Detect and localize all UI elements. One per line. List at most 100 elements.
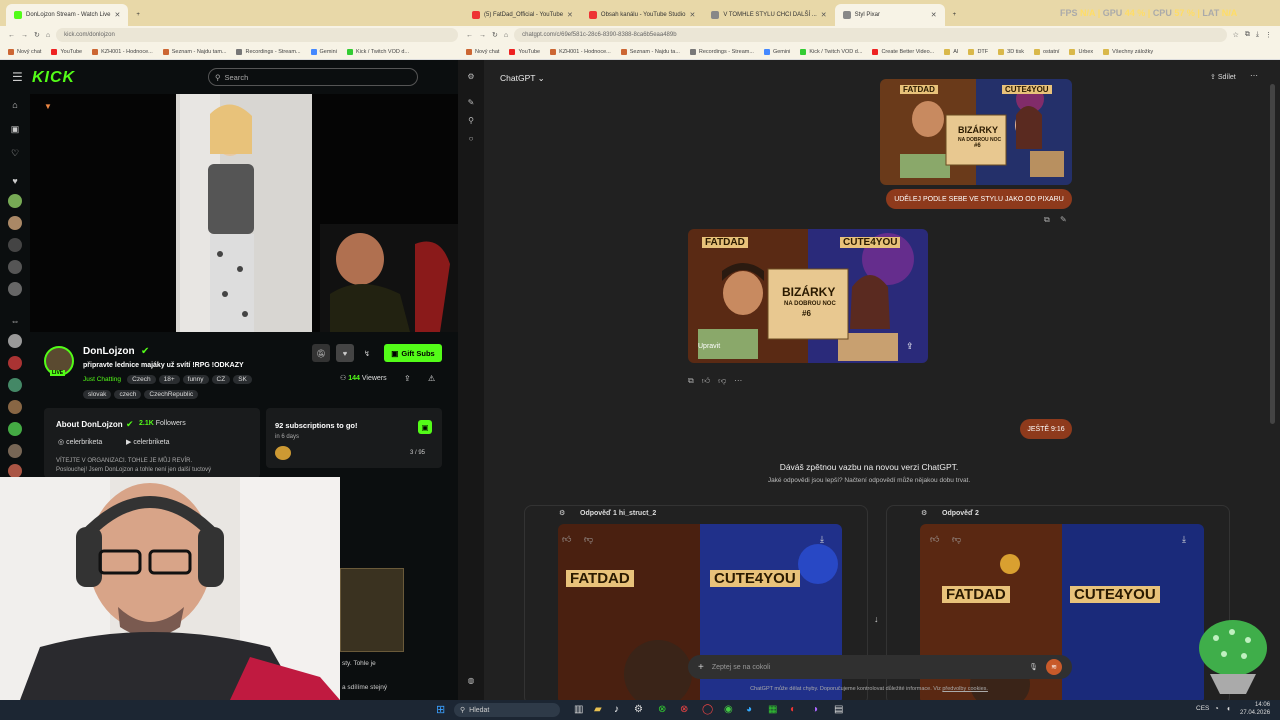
discord-icon[interactable]: ◑ (812, 704, 818, 715)
more-options-icon[interactable]: ⋯ (1250, 71, 1258, 80)
taskview-icon[interactable]: ▥ (574, 704, 583, 715)
thumbs-down-icon[interactable]: 👎︎ (952, 534, 961, 545)
chat-input[interactable]: + Zeptej se na cokoli 🎙︎ ≋ (688, 655, 1072, 679)
bookmark-folder[interactable]: Urbex (1069, 48, 1093, 55)
new-chat-icon[interactable]: ✎ (466, 98, 476, 108)
new-tab-button[interactable]: + (128, 4, 148, 26)
following-icon[interactable]: ♡ (8, 146, 22, 160)
report-icon[interactable]: ⚠ (428, 374, 435, 383)
bookmark-folder[interactable]: AI (944, 48, 958, 55)
close-icon[interactable]: ✕ (821, 11, 827, 19)
extensions-icon[interactable]: ⧉ (1245, 31, 1250, 39)
thumbs-up-icon[interactable]: 👍︎ (562, 534, 571, 545)
tag[interactable]: czech (114, 390, 142, 399)
share-icon[interactable]: ⇪ (906, 341, 914, 352)
url-bar[interactable]: chatgpt.com/c/69ef581c-28c6-8390-8388-8c… (514, 28, 1227, 42)
tiktok-icon[interactable]: ♪ (614, 704, 619, 715)
search-icon[interactable]: ⚲ (466, 116, 476, 126)
kick-logo[interactable]: KICK (32, 69, 75, 87)
copy-icon[interactable]: ⧉ (1044, 215, 1050, 225)
channel-name[interactable]: DonLojzon (83, 346, 135, 357)
edit-image-button[interactable]: Upravit (698, 343, 720, 350)
opera-icon[interactable]: ◯ (702, 704, 713, 715)
url-bar[interactable]: kick.com/donlojzon (56, 28, 458, 42)
bookmark-item[interactable]: Gemini (763, 48, 790, 55)
back-icon[interactable]: ← (8, 32, 15, 39)
bookmark-item[interactable]: YouTube (509, 48, 540, 55)
close-icon[interactable]: ✕ (931, 11, 937, 19)
search-input[interactable]: ⚲ Search (208, 68, 418, 86)
home-icon[interactable]: ⌂ (46, 32, 50, 39)
more-icon[interactable]: ⋯ (734, 376, 742, 386)
tag[interactable]: SK (233, 375, 252, 384)
app-icon[interactable]: ⚙ (634, 704, 643, 715)
copy-icon[interactable]: ⧉ (688, 376, 694, 386)
language-indicator[interactable]: CES (1196, 705, 1209, 712)
bookmark-item[interactable]: Gemini (310, 48, 337, 55)
bookmark-item[interactable]: Nový chat (466, 48, 499, 55)
tag[interactable]: CZ (211, 375, 231, 384)
thumbs-up-icon[interactable]: 👍︎ (702, 376, 710, 386)
bookmark-folder[interactable]: DTF (968, 48, 988, 55)
edit-icon[interactable]: ✎ (1060, 215, 1067, 224)
tab-youtube-studio[interactable]: Obsah kanálu - YouTube Studio ✕ (581, 4, 703, 26)
download-icon[interactable]: ⤓ (820, 534, 824, 545)
bookmark-item[interactable]: Create Better Video... (872, 48, 934, 55)
bookmark-folder[interactable]: ostatní (1033, 48, 1059, 55)
home-icon[interactable]: ⌂ (8, 98, 22, 112)
tab-pixar[interactable]: Styl Pixar ✕ (834, 4, 945, 26)
wifi-icon[interactable]: ◔ (1214, 704, 1219, 713)
app-icon[interactable]: ▤ (834, 704, 843, 715)
tab-youtube[interactable]: (5) FatDad_Official - YouTube ✕ (464, 4, 581, 26)
new-tab-button[interactable]: + (945, 4, 965, 26)
steam-icon[interactable]: ◕ (746, 704, 752, 715)
follow-button[interactable]: ♥ (336, 344, 354, 362)
tag[interactable]: 18+ (158, 375, 180, 384)
openai-logo-icon[interactable]: ⚙ (466, 72, 476, 82)
voice-mode-button[interactable]: ≋ (1046, 659, 1062, 675)
bookmark-folder[interactable]: 3D tisk (998, 48, 1024, 55)
pin-icon[interactable]: ↯ (360, 344, 374, 362)
chrome-icon[interactable]: ◉ (724, 704, 733, 715)
file-explorer-icon[interactable]: ▰ (594, 704, 602, 715)
tag[interactable]: Czech (127, 375, 156, 384)
bookmark-item[interactable]: Recordings - Stream... (236, 48, 301, 55)
bookmark-item[interactable]: Nový chat (8, 48, 41, 55)
user-uploaded-image[interactable]: FATDAD CUTE4YOU BIZÁRKY NA DOBROU NOC #6 (880, 79, 1072, 185)
model-selector[interactable]: ChatGPT ⌄ (500, 73, 545, 84)
thumbs-up-icon[interactable]: 👍︎ (930, 534, 939, 545)
library-icon[interactable]: ○ (466, 134, 476, 144)
volume-icon[interactable]: ◖ (1226, 704, 1231, 713)
profile-icon[interactable]: ◍ (466, 676, 476, 686)
bookmark-item[interactable]: YouTube (51, 48, 82, 55)
notifications-button[interactable]: 🔕︎ (312, 344, 330, 362)
share-icon[interactable]: ⇪ (404, 374, 411, 383)
instagram-link[interactable]: ◎ celerbriketa (58, 438, 102, 446)
tag[interactable]: CzechRepublic (144, 390, 199, 399)
bookmark-item[interactable]: KZH001 - Hodnoce... (550, 48, 611, 55)
windows-start-icon[interactable]: ⊞ (436, 704, 448, 716)
bookmark-item[interactable]: Recordings - Stream... (689, 48, 754, 55)
back-icon[interactable]: ← (466, 32, 473, 39)
reload-icon[interactable]: ↻ (492, 31, 498, 39)
close-icon[interactable]: ✕ (567, 11, 573, 19)
bookmark-folder[interactable]: Všechny záložky (1103, 48, 1153, 55)
microphone-icon[interactable]: 🎙︎ (1029, 663, 1038, 671)
download-icon[interactable]: ⤓ (1182, 534, 1186, 545)
menu-dots-icon[interactable]: ⋮ (1265, 31, 1272, 39)
generated-image[interactable]: FATDAD CUTE4YOU BIZÁRKY NA DOBROU NOC #6… (688, 229, 928, 363)
menu-icon[interactable]: ☰ (12, 70, 23, 84)
thumbs-down-icon[interactable]: 👎︎ (718, 376, 726, 386)
bookmark-item[interactable]: KZH001 - Hodnoce... (92, 48, 153, 55)
browse-icon[interactable]: ▣ (8, 122, 22, 136)
xbox-icon[interactable]: ⊗ (658, 704, 666, 715)
scroll-down-icon[interactable]: ↓ (874, 614, 879, 624)
tag[interactable]: funny (182, 375, 209, 384)
tab-kick[interactable]: DonLojzon Stream - Watch Live ✕ (6, 4, 129, 26)
reload-icon[interactable]: ↻ (34, 31, 40, 39)
heart-icon[interactable]: ♥ (8, 174, 22, 188)
clock[interactable]: 14:06 27.04.2026 (1240, 701, 1270, 717)
gift-icon[interactable]: ▣ (418, 420, 432, 434)
scrollbar[interactable] (1270, 84, 1275, 424)
bookmark-item[interactable]: Seznam - Najdu tam... (162, 48, 226, 55)
